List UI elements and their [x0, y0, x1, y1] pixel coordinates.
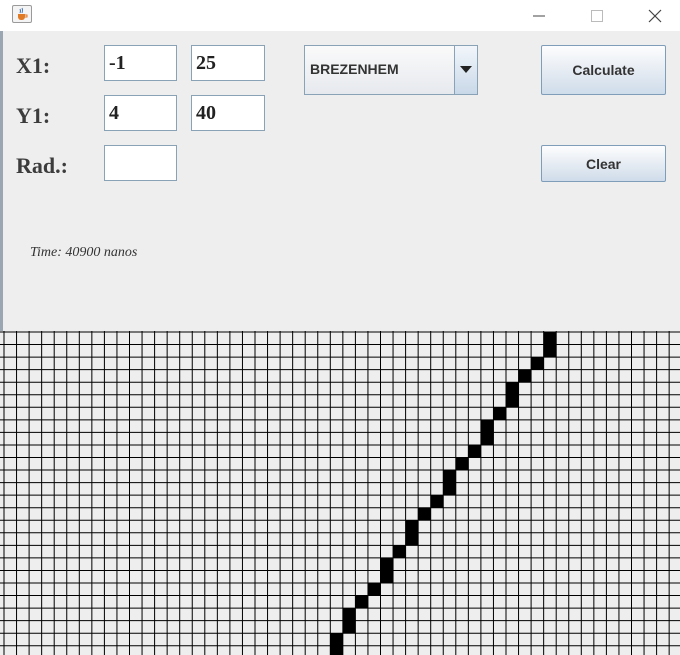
y1-label: Y1: [16, 103, 51, 128]
radius-field[interactable] [104, 145, 177, 181]
filled-pixel [418, 507, 431, 521]
y1-end-field[interactable] [191, 95, 265, 131]
filled-pixel [443, 470, 456, 483]
calculate-button[interactable]: Calculate [541, 45, 666, 95]
chevron-down-icon [460, 66, 472, 73]
pixel-grid [0, 331, 680, 655]
filled-pixel [330, 645, 343, 655]
filled-pixel [380, 570, 394, 583]
filled-pixel [380, 557, 394, 571]
filled-pixel [531, 357, 544, 370]
x1-start-field[interactable] [104, 45, 177, 81]
filled-pixel [355, 595, 368, 609]
filled-pixel [342, 620, 356, 634]
dropdown-toggle[interactable] [454, 46, 477, 94]
minimize-icon [533, 15, 545, 16]
y1-start-field[interactable] [104, 95, 177, 131]
filled-pixel [405, 520, 419, 533]
filled-pixel [480, 432, 494, 445]
minimize-button[interactable] [510, 0, 568, 31]
filled-pixel [480, 419, 494, 433]
close-button[interactable] [626, 0, 680, 31]
filled-pixel [543, 344, 557, 358]
filled-pixel [443, 482, 456, 496]
java-cup-icon[interactable] [12, 5, 32, 23]
filled-pixel [493, 407, 506, 420]
time-status: Time: 40900 nanos [30, 245, 138, 260]
filled-pixel [393, 545, 406, 558]
close-icon [648, 9, 662, 22]
filled-pixel [506, 394, 519, 408]
title-bar [0, 0, 680, 31]
x1-end-field[interactable] [191, 45, 265, 81]
clear-button[interactable]: Clear [541, 145, 666, 182]
algorithm-dropdown[interactable]: BREZENHEM [304, 45, 478, 95]
algorithm-selected-value: BREZENHEM [310, 61, 399, 77]
filled-pixel [506, 382, 519, 395]
pixel-grid-area [0, 331, 680, 655]
filled-pixel [342, 608, 356, 621]
maximize-button[interactable] [568, 0, 626, 31]
filled-pixel [468, 444, 481, 458]
x1-label: X1: [16, 53, 51, 78]
filled-pixel [543, 332, 557, 345]
filled-pixel [430, 495, 444, 508]
filled-pixel [518, 369, 532, 383]
rad-label: Rad.: [16, 153, 68, 178]
filled-pixel [455, 457, 469, 471]
filled-pixel [330, 633, 343, 646]
filled-pixel [405, 532, 419, 546]
maximize-icon [591, 9, 603, 22]
filled-pixel [367, 583, 381, 596]
